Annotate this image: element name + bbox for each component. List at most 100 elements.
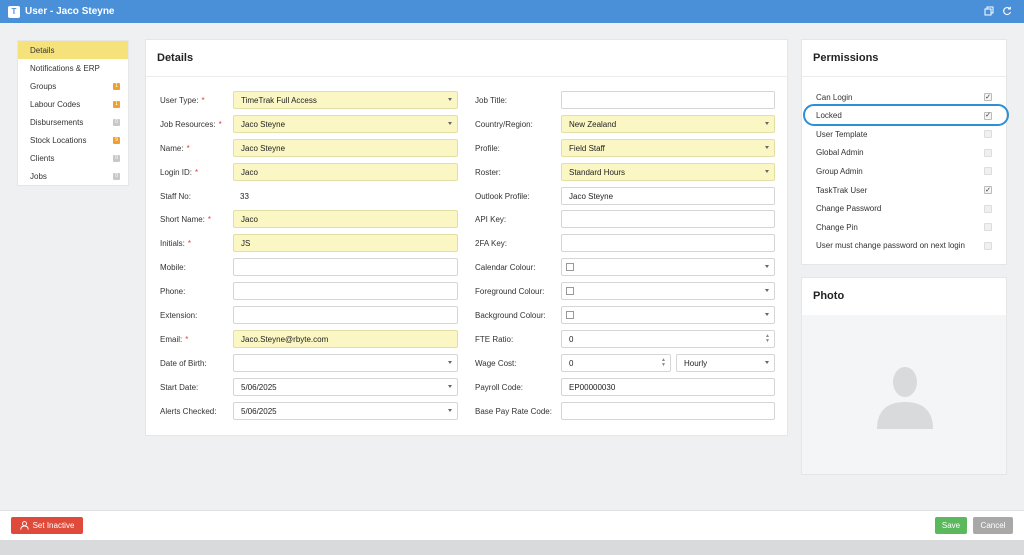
field-label-country-region: Country/Region: — [475, 120, 533, 129]
user-type-select[interactable]: TimeTrak Full Access — [233, 91, 458, 109]
nav-item-groups[interactable]: Groups 1 — [18, 77, 128, 95]
nav-item-jobs[interactable]: Jobs 0 — [18, 167, 128, 185]
field-value: Jaco Steyne — [241, 143, 286, 153]
photo-panel: Photo — [801, 277, 1007, 475]
nav-item-details[interactable]: Details — [18, 41, 128, 59]
user-silhouette-icon — [877, 367, 933, 429]
checkbox-tasktrak-user[interactable]: ✓ — [984, 186, 992, 194]
field-label-date-of-birth: Date of Birth: — [160, 359, 207, 368]
label-text: Payroll Code: — [475, 383, 524, 392]
restore-icon[interactable] — [984, 6, 994, 16]
payroll-code-input[interactable]: EP00000030 — [561, 378, 775, 396]
label-text: Start Date: — [160, 383, 199, 392]
window-title: User - Jaco Steyne — [25, 6, 115, 17]
login-id-input[interactable]: Jaco — [233, 163, 458, 181]
checkbox-change-pin — [984, 223, 992, 232]
field-label-background-colour: Background Colour: — [475, 311, 546, 320]
profile-select[interactable]: Field Staff — [561, 139, 775, 157]
chevron-down-icon — [448, 122, 452, 125]
base-pay-rate-code-input[interactable] — [561, 402, 775, 420]
job-title-input[interactable] — [561, 91, 775, 109]
label-text: Date of Birth: — [160, 359, 207, 368]
calendar-colour-select[interactable] — [561, 258, 775, 276]
date-of-birth-select[interactable] — [233, 354, 458, 372]
checkbox-group-admin — [984, 167, 992, 176]
label-text: Wage Cost: — [475, 359, 517, 368]
permission-global-admin[interactable]: Global Admin — [816, 146, 992, 160]
email-input[interactable]: Jaco.Steyne@rbyte.com — [233, 330, 458, 348]
spinner-icon[interactable]: ▲ ▼ — [661, 358, 666, 368]
photo-placeholder[interactable] — [802, 315, 1006, 474]
chevron-down-icon — [765, 289, 769, 292]
foreground-colour-select[interactable] — [561, 282, 775, 300]
alerts-checked-select[interactable]: 5/06/2025 — [233, 402, 458, 420]
wage-cost-unit-select[interactable]: Hourly — [676, 354, 775, 372]
field-label-profile: Profile: — [475, 144, 500, 153]
phone-input[interactable] — [233, 282, 458, 300]
permission-user-must-change-password-on-next-login[interactable]: User must change password on next login — [816, 239, 992, 253]
cancel-button[interactable]: Cancel — [973, 517, 1013, 534]
refresh-icon[interactable] — [1002, 6, 1012, 16]
field-label-mobile: Mobile: — [160, 263, 186, 272]
fte-ratio-input[interactable]: 0 ▲ ▼ — [561, 330, 775, 348]
label-text: Country/Region: — [475, 120, 533, 129]
color-swatch — [566, 311, 574, 319]
user-icon — [19, 521, 29, 530]
chevron-down-icon — [765, 146, 769, 149]
required-marker: * — [185, 335, 189, 344]
initials-input[interactable]: JS — [233, 234, 458, 252]
field-label-user-type: User Type: * — [160, 96, 205, 105]
nav-item-labour-codes[interactable]: Labour Codes 1 — [18, 95, 128, 113]
label-text: Extension: — [160, 311, 198, 320]
name-input[interactable]: Jaco Steyne — [233, 139, 458, 157]
extension-input[interactable] — [233, 306, 458, 324]
permission-change-password[interactable]: Change Password — [816, 202, 992, 216]
job-resources-select[interactable]: Jaco Steyne — [233, 115, 458, 133]
country-region-select[interactable]: New Zealand — [561, 115, 775, 133]
field-label-foreground-colour: Foreground Colour: — [475, 287, 544, 296]
background-colour-select[interactable] — [561, 306, 775, 324]
roster-select[interactable]: Standard Hours — [561, 163, 775, 181]
outlook-profile-input[interactable]: Jaco Steyne — [561, 187, 775, 205]
field-value: Jaco — [241, 214, 258, 224]
field-label-base-pay-rate-code: Base Pay Rate Code: — [475, 407, 552, 416]
api-key-input[interactable] — [561, 210, 775, 228]
field-label-phone: Phone: — [160, 287, 185, 296]
permission-user-template[interactable]: User Template — [816, 127, 992, 141]
field-label-api-key: API Key: — [475, 215, 506, 224]
short-name-input[interactable]: Jaco — [233, 210, 458, 228]
2fa-key-input[interactable] — [561, 234, 775, 252]
nav-item-clients[interactable]: Clients 0 — [18, 149, 128, 167]
count-badge: 0 — [113, 172, 120, 180]
field-value: New Zealand — [569, 119, 617, 129]
field-value: Jaco.Steyne@rbyte.com — [241, 334, 329, 344]
mobile-input[interactable] — [233, 258, 458, 276]
nav-item-label: Groups — [30, 81, 57, 91]
chevron-down-icon — [765, 361, 769, 364]
permission-label: User must change password on next login — [816, 241, 965, 251]
app-logo: T — [8, 5, 20, 18]
permission-label: Change Password — [816, 204, 882, 214]
permission-change-pin[interactable]: Change Pin — [816, 220, 992, 234]
permission-group-admin[interactable]: Group Admin — [816, 164, 992, 178]
set-inactive-button[interactable]: Set Inactive — [11, 517, 83, 534]
nav-item-label: Stock Locations — [30, 135, 87, 145]
permission-can-login[interactable]: Can Login ✓ — [816, 90, 992, 104]
nav-item-stock-locations[interactable]: Stock Locations 9 — [18, 131, 128, 149]
label-text: Name: — [160, 144, 184, 153]
count-badge: 1 — [113, 82, 120, 90]
spinner-icon[interactable]: ▲ ▼ — [765, 334, 770, 344]
field-value: Jaco Steyne — [241, 119, 286, 129]
nav-item-label: Jobs — [30, 171, 47, 181]
nav-item-notifications-erp[interactable]: Notifications & ERP — [18, 59, 128, 77]
checkbox-can-login[interactable]: ✓ — [984, 93, 992, 101]
chevron-down-icon — [448, 385, 452, 388]
nav-item-disbursements[interactable]: Disbursements 0 — [18, 113, 128, 131]
wage-cost-input[interactable]: 0 ▲ ▼ — [561, 354, 671, 372]
save-button[interactable]: Save — [935, 517, 967, 534]
set-inactive-label: Set Inactive — [32, 521, 75, 530]
label-text: Roster: — [475, 168, 501, 177]
field-value: Standard Hours — [569, 167, 626, 177]
start-date-select[interactable]: 5/06/2025 — [233, 378, 458, 396]
permission-tasktrak-user[interactable]: TaskTrak User ✓ — [816, 183, 992, 197]
